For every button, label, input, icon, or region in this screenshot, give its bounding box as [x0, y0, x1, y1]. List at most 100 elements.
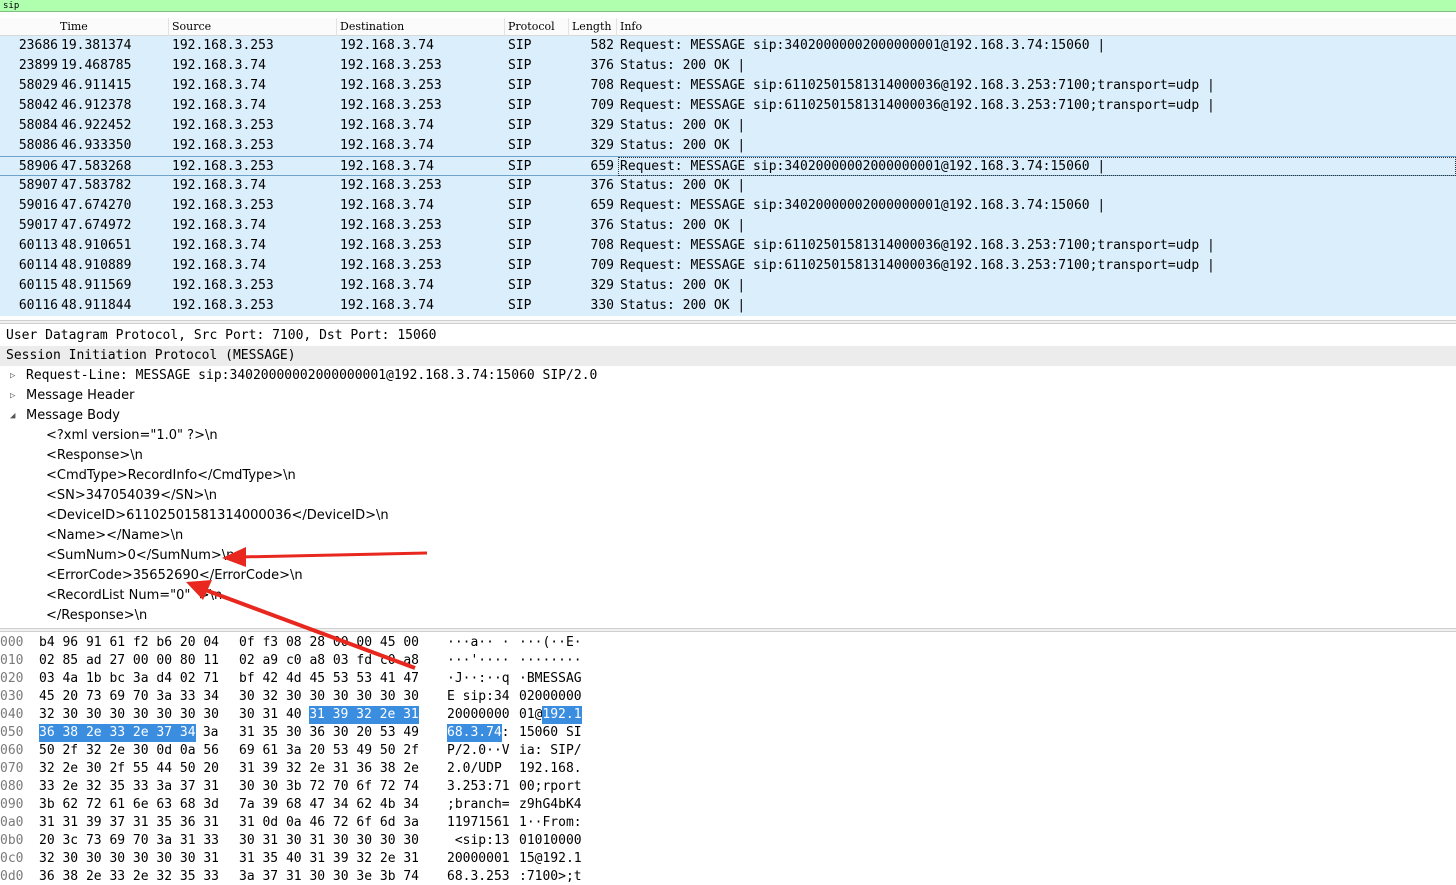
- bytes-row[interactable]: 080 33 2e 32 35 33 3a 37 31 30 30 3b 72 70…: [0, 778, 1456, 796]
- packet-row[interactable]: 23686 19.381374 192.168.3.253 192.168.3.74 S…: [0, 36, 1456, 56]
- tree-item-xml-line[interactable]: <SN>347054039</SN>\n: [0, 486, 1456, 506]
- tree-item-sip[interactable]: Session Initiation Protocol (MESSAGE): [0, 346, 1456, 366]
- packet-proto: SIP: [508, 178, 532, 193]
- packet-len: 709: [590, 258, 614, 273]
- packet-time: 47.583782: [61, 178, 132, 193]
- pane-splitter[interactable]: [0, 628, 1456, 632]
- packet-proto: SIP: [508, 138, 532, 153]
- column-header-protocol[interactable]: Protocol: [508, 20, 555, 33]
- packet-info: Request: MESSAGE sip:6110250158131400003…: [620, 238, 1215, 253]
- tree-item-message-body[interactable]: ◢ Message Body: [0, 406, 1456, 426]
- packet-row[interactable]: 60114 48.910889 192.168.3.74 192.168.3.253 S…: [0, 256, 1456, 276]
- packet-row[interactable]: 58084 46.922452 192.168.3.253 192.168.3.74 S…: [0, 116, 1456, 136]
- tree-item-xml-line[interactable]: <?xml version="1.0" ?>\n: [0, 426, 1456, 446]
- tree-item-xml-line[interactable]: <DeviceID>61102501581314000036</DeviceID…: [0, 506, 1456, 526]
- packet-info: Request: MESSAGE sip:6110250158131400003…: [620, 258, 1215, 273]
- packet-info: Request: MESSAGE sip:6110250158131400003…: [620, 98, 1215, 113]
- tree-item-request-line[interactable]: ▷ Request-Line: MESSAGE sip:340200000020…: [0, 366, 1456, 386]
- packet-row[interactable]: 23899 19.468785 192.168.3.74 192.168.3.253 S…: [0, 56, 1456, 76]
- packet-len: 582: [590, 38, 614, 53]
- bytes-row[interactable]: 070 32 2e 30 2f 55 44 50 20 31 39 32 2e 31…: [0, 760, 1456, 778]
- tree-item-udp[interactable]: User Datagram Protocol, Src Port: 7100, …: [0, 326, 1456, 346]
- bytes-row[interactable]: 0a0 31 31 39 37 31 35 36 31 31 0d 0a 46 72…: [0, 814, 1456, 832]
- bytes-row[interactable]: 050 36 38 2e 33 2e 37 34 3a 31 35 30 36 30…: [0, 724, 1456, 742]
- packet-proto: SIP: [508, 58, 532, 73]
- bytes-row[interactable]: 030 45 20 73 69 70 3a 33 34 30 32 30 30 30…: [0, 688, 1456, 706]
- tree-item-xml-line[interactable]: <CmdType>RecordInfo</CmdType>\n: [0, 466, 1456, 486]
- byte-offset: 050: [0, 725, 24, 740]
- tree-item-xml-line[interactable]: <Name></Name>\n: [0, 526, 1456, 546]
- tree-item-xml-line[interactable]: <SumNum>0</SumNum>\n: [0, 546, 1456, 566]
- packet-info: Status: 200 OK |: [620, 118, 746, 133]
- ascii-bytes: ·J··:··q: [447, 671, 510, 686]
- tree-item-xml-line[interactable]: </Response>\n: [0, 606, 1456, 626]
- packet-proto: SIP: [508, 78, 532, 93]
- packet-src: 192.168.3.74: [172, 238, 266, 253]
- packet-row[interactable]: 58042 46.912378 192.168.3.74 192.168.3.253 S…: [0, 96, 1456, 116]
- bytes-row[interactable]: 010 02 85 ad 27 00 00 80 11 02 a9 c0 a8 03…: [0, 652, 1456, 670]
- bytes-row[interactable]: 090 3b 62 72 61 6e 63 68 3d 7a 39 68 47 34…: [0, 796, 1456, 814]
- xml-line-text: <CmdType>RecordInfo</CmdType>\n: [46, 468, 296, 483]
- triangle-right-icon[interactable]: ▷: [10, 386, 15, 406]
- byte-offset: 060: [0, 743, 24, 758]
- packet-time: 46.922452: [61, 118, 132, 133]
- bytes-row[interactable]: 0c0 32 30 30 30 30 30 30 31 31 35 40 31 39…: [0, 850, 1456, 868]
- column-header-info[interactable]: Info: [620, 20, 642, 33]
- packet-row[interactable]: 59016 47.674270 192.168.3.253 192.168.3.74 S…: [0, 196, 1456, 216]
- packet-time: 48.910651: [61, 238, 132, 253]
- ascii-bytes: ·BMESSAG: [519, 671, 582, 686]
- xml-line-text: <SumNum>0</SumNum>\n: [46, 548, 235, 563]
- bytes-row[interactable]: 040 32 30 30 30 30 30 30 30 30 31 40 31 39…: [0, 706, 1456, 724]
- ascii-bytes: 192.168.: [519, 761, 582, 776]
- tree-item-xml-line[interactable]: <ErrorCode>35652690</ErrorCode>\n: [0, 566, 1456, 586]
- bytes-row[interactable]: 000 b4 96 91 61 f2 b6 20 04 0f f3 08 28 00…: [0, 634, 1456, 652]
- packet-src: 192.168.3.253: [172, 159, 274, 174]
- packet-row[interactable]: 60115 48.911569 192.168.3.253 192.168.3.74 S…: [0, 276, 1456, 296]
- packet-no: 58084: [18, 118, 58, 133]
- column-header-time[interactable]: Time: [60, 20, 88, 33]
- triangle-right-icon[interactable]: ▷: [10, 366, 15, 386]
- hex-bytes-highlighted: 31 39 32 2e 31: [309, 706, 419, 724]
- bytes-row[interactable]: 060 50 2f 32 2e 30 0d 0a 56 69 61 3a 20 53…: [0, 742, 1456, 760]
- packet-row[interactable]: 60116 48.911844 192.168.3.253 192.168.3.74 S…: [0, 296, 1456, 316]
- bytes-row[interactable]: 020 03 4a 1b bc 3a d4 02 71 bf 42 4d 45 53…: [0, 670, 1456, 688]
- packet-row-selected[interactable]: 58906 47.583268 192.168.3.253 192.168.3.74 S…: [0, 156, 1456, 176]
- byte-offset: 070: [0, 761, 24, 776]
- xml-line-text: <?xml version="1.0" ?>\n: [46, 428, 218, 443]
- packet-row[interactable]: 58907 47.583782 192.168.3.74 192.168.3.253 S…: [0, 176, 1456, 196]
- hex-bytes: 32 30 30 30 30 30 30 31: [39, 851, 220, 866]
- packet-row[interactable]: 58086 46.933350 192.168.3.253 192.168.3.74 S…: [0, 136, 1456, 156]
- ascii-bytes: ···a·· ·: [447, 635, 510, 650]
- packet-row[interactable]: 59017 47.674972 192.168.3.74 192.168.3.253 S…: [0, 216, 1456, 236]
- ascii-bytes: z9hG4bK4: [519, 797, 582, 812]
- tree-item-xml-line[interactable]: <Response>\n: [0, 446, 1456, 466]
- ascii-bytes: 15@192.1: [519, 851, 582, 866]
- byte-offset: 0c0: [0, 851, 24, 866]
- packet-row[interactable]: 58029 46.911415 192.168.3.74 192.168.3.253 S…: [0, 76, 1456, 96]
- tree-item-label: User Datagram Protocol, Src Port: 7100, …: [6, 328, 437, 343]
- packet-src: 192.168.3.253: [172, 278, 274, 293]
- xml-line-text: <Response>\n: [46, 448, 143, 463]
- bytes-row[interactable]: 0b0 20 3c 73 69 70 3a 31 33 30 31 30 31 30…: [0, 832, 1456, 850]
- triangle-down-icon[interactable]: ◢: [10, 406, 15, 426]
- ascii-bytes: :: [501, 725, 510, 740]
- ascii-bytes: 11971561: [447, 815, 510, 830]
- column-header-length[interactable]: Length: [572, 20, 611, 33]
- tree-item-label: Session Initiation Protocol (MESSAGE): [6, 348, 296, 363]
- column-header-destination[interactable]: Destination: [340, 20, 404, 33]
- pane-splitter[interactable]: [0, 320, 1456, 324]
- tree-item-label: Message Header: [26, 388, 135, 403]
- display-filter-input[interactable]: [0, 0, 1456, 12]
- packet-row[interactable]: 60113 48.910651 192.168.3.74 192.168.3.253 S…: [0, 236, 1456, 256]
- bytes-row[interactable]: 0d0 36 38 2e 33 2e 32 35 33 3a 37 31 30 30…: [0, 868, 1456, 885]
- column-header-source[interactable]: Source: [172, 20, 211, 33]
- tree-item-xml-line[interactable]: <RecordList Num="0" >\n: [0, 586, 1456, 606]
- packet-info: Request: MESSAGE sip:6110250158131400003…: [620, 78, 1215, 93]
- tree-item-message-header[interactable]: ▷ Message Header: [0, 386, 1456, 406]
- packet-proto: SIP: [508, 278, 532, 293]
- packet-src: 192.168.3.253: [172, 298, 274, 313]
- packet-len: 329: [590, 278, 614, 293]
- packet-dst: 192.168.3.253: [340, 258, 442, 273]
- packet-time: 48.911569: [61, 278, 132, 293]
- byte-offset: 030: [0, 689, 24, 704]
